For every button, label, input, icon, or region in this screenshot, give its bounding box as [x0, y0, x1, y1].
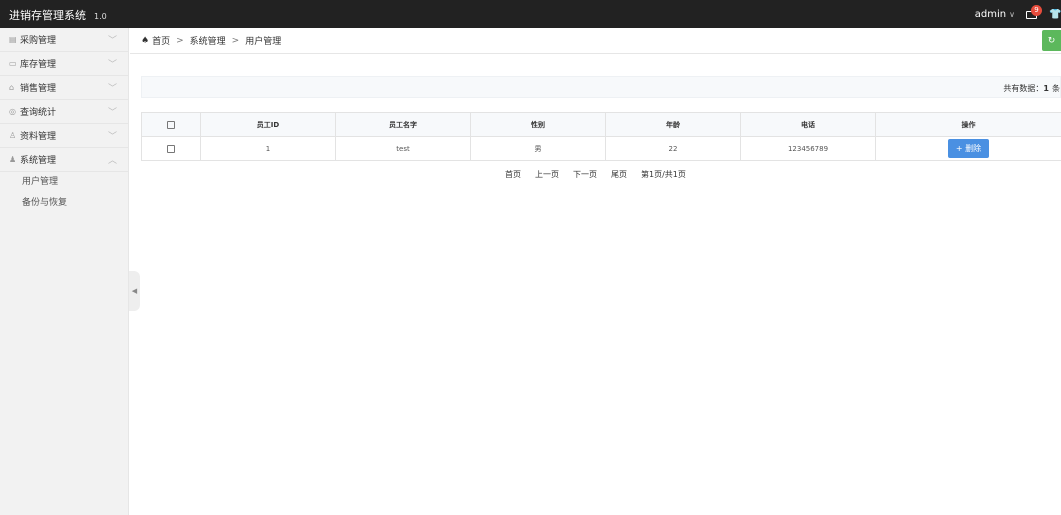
sidebar-item-label: 查询统计	[20, 108, 57, 118]
chevron-up-icon: ︿	[107, 156, 117, 166]
user-table: 员工ID 员工名字 性别 年龄 电话 操作 1 test 男 22 123456…	[141, 112, 1061, 161]
sidebar-item-inventory[interactable]: ▭ 库存管理 ﹀	[0, 52, 128, 76]
breadcrumb-separator: >	[231, 35, 240, 46]
breadcrumb-separator: >	[176, 35, 184, 46]
skin-icon[interactable]: 👕	[1049, 9, 1061, 20]
app-title: 进销存管理系统	[9, 9, 86, 22]
sidebar-subitem-user-management[interactable]: 用户管理	[0, 172, 128, 193]
pager-next[interactable]: 下一页	[573, 169, 597, 180]
column-header-gender: 性别	[470, 112, 606, 137]
data-count-prefix: 共有数据：	[1003, 84, 1044, 93]
sidebar-item-system[interactable]: ♟ 系统管理 ︿	[0, 148, 128, 172]
sidebar-item-label: 系统管理	[20, 156, 57, 166]
sales-icon: ⌂	[9, 83, 15, 92]
refresh-icon: ↻	[1047, 35, 1056, 46]
person-icon: ♙	[9, 131, 17, 140]
sidebar-item-label: 采购管理	[20, 36, 57, 46]
pager-prev[interactable]: 上一页	[535, 169, 559, 180]
notification-badge: 9	[1031, 5, 1042, 16]
top-right-area: admin ∨ 9 👕	[975, 0, 1061, 28]
notification-button[interactable]: 9	[1025, 5, 1042, 21]
app-version: 1.0	[94, 12, 107, 21]
sidebar-item-label: 库存管理	[20, 60, 57, 70]
data-summary-bar: 共有数据：1 条	[141, 76, 1061, 98]
sidebar-item-sales[interactable]: ⌂ 销售管理 ﹀	[0, 76, 128, 100]
main-content: ♠ 首页 > 系统管理 > 用户管理 ↻ 共有数据：1 条 员工ID 员工名字 性…	[130, 28, 1061, 515]
chevron-down-icon: ﹀	[107, 132, 117, 142]
breadcrumb-system[interactable]: 系统管理	[190, 34, 226, 47]
chevron-down-icon: ﹀	[107, 60, 117, 70]
column-header-phone: 电话	[740, 112, 876, 137]
cell-name: test	[335, 136, 471, 161]
chevron-down-icon: ﹀	[107, 108, 117, 118]
pager-info: 第1页/共1页	[641, 170, 686, 179]
sidebar-item-label: 销售管理	[20, 84, 57, 94]
top-bar: 进销存管理系统 1.0 admin ∨ 9 👕	[0, 0, 1061, 28]
breadcrumb-current: 用户管理	[245, 37, 282, 47]
pager-last[interactable]: 尾页	[611, 169, 627, 180]
user-menu[interactable]: admin ∨	[975, 9, 1015, 20]
pager-first[interactable]: 首页	[505, 169, 521, 180]
row-checkbox[interactable]	[167, 144, 175, 153]
query-icon: ◎	[9, 107, 16, 116]
app-brand[interactable]: 进销存管理系统 1.0	[9, 7, 107, 23]
cell-gender: 男	[470, 136, 606, 161]
home-icon: ♠	[141, 35, 150, 46]
delete-button[interactable]: + 删除	[947, 139, 990, 158]
pagination: 首页 上一页 下一页 尾页 第1页/共1页	[505, 169, 686, 180]
column-header-id: 员工ID	[200, 112, 336, 137]
column-header-age: 年龄	[605, 112, 741, 137]
user-name: admin	[974, 8, 1007, 20]
inventory-icon: ▭	[9, 59, 17, 68]
sidebar-item-label: 资料管理	[20, 132, 57, 142]
row-select-cell	[141, 136, 201, 161]
select-all-cell	[141, 112, 201, 137]
breadcrumb: ♠ 首页 > 系统管理 > 用户管理	[130, 28, 1061, 54]
select-all-checkbox[interactable]	[167, 120, 175, 129]
sidebar-item-query-stats[interactable]: ◎ 查询统计 ﹀	[0, 100, 128, 124]
chevron-down-icon: ∨	[1009, 9, 1015, 19]
column-header-name: 员工名字	[335, 112, 471, 137]
cell-age: 22	[605, 136, 741, 161]
breadcrumb-home[interactable]: 首页	[152, 34, 170, 47]
cell-id: 1	[200, 136, 336, 161]
cell-phone: 123456789	[740, 136, 876, 161]
sidebar-item-purchase[interactable]: ▤ 采购管理 ﹀	[0, 28, 128, 52]
refresh-button[interactable]: ↻	[1042, 30, 1061, 51]
table-header-row: 员工ID 员工名字 性别 年龄 电话 操作	[141, 112, 1061, 137]
data-count-text: 共有数据：1 条	[1003, 83, 1060, 94]
sidebar-item-data[interactable]: ♙ 资料管理 ﹀	[0, 124, 128, 148]
cell-action: + 删除	[875, 136, 1061, 161]
chevron-down-icon: ﹀	[107, 36, 117, 46]
table-row: 1 test 男 22 123456789 + 删除	[141, 136, 1061, 161]
column-header-action: 操作	[875, 112, 1061, 137]
sidebar-subitem-backup-restore[interactable]: 备份与恢复	[0, 193, 128, 214]
chevron-down-icon: ﹀	[107, 84, 117, 94]
data-count-suffix: 条	[1052, 84, 1060, 93]
data-count-value: 1	[1043, 84, 1049, 93]
user-icon: ♟	[9, 155, 17, 164]
purchase-icon: ▤	[9, 35, 17, 44]
sidebar: ▤ 采购管理 ﹀ ▭ 库存管理 ﹀ ⌂ 销售管理 ﹀ ◎ 查询统计 ﹀ ♙ 资料…	[0, 28, 129, 515]
